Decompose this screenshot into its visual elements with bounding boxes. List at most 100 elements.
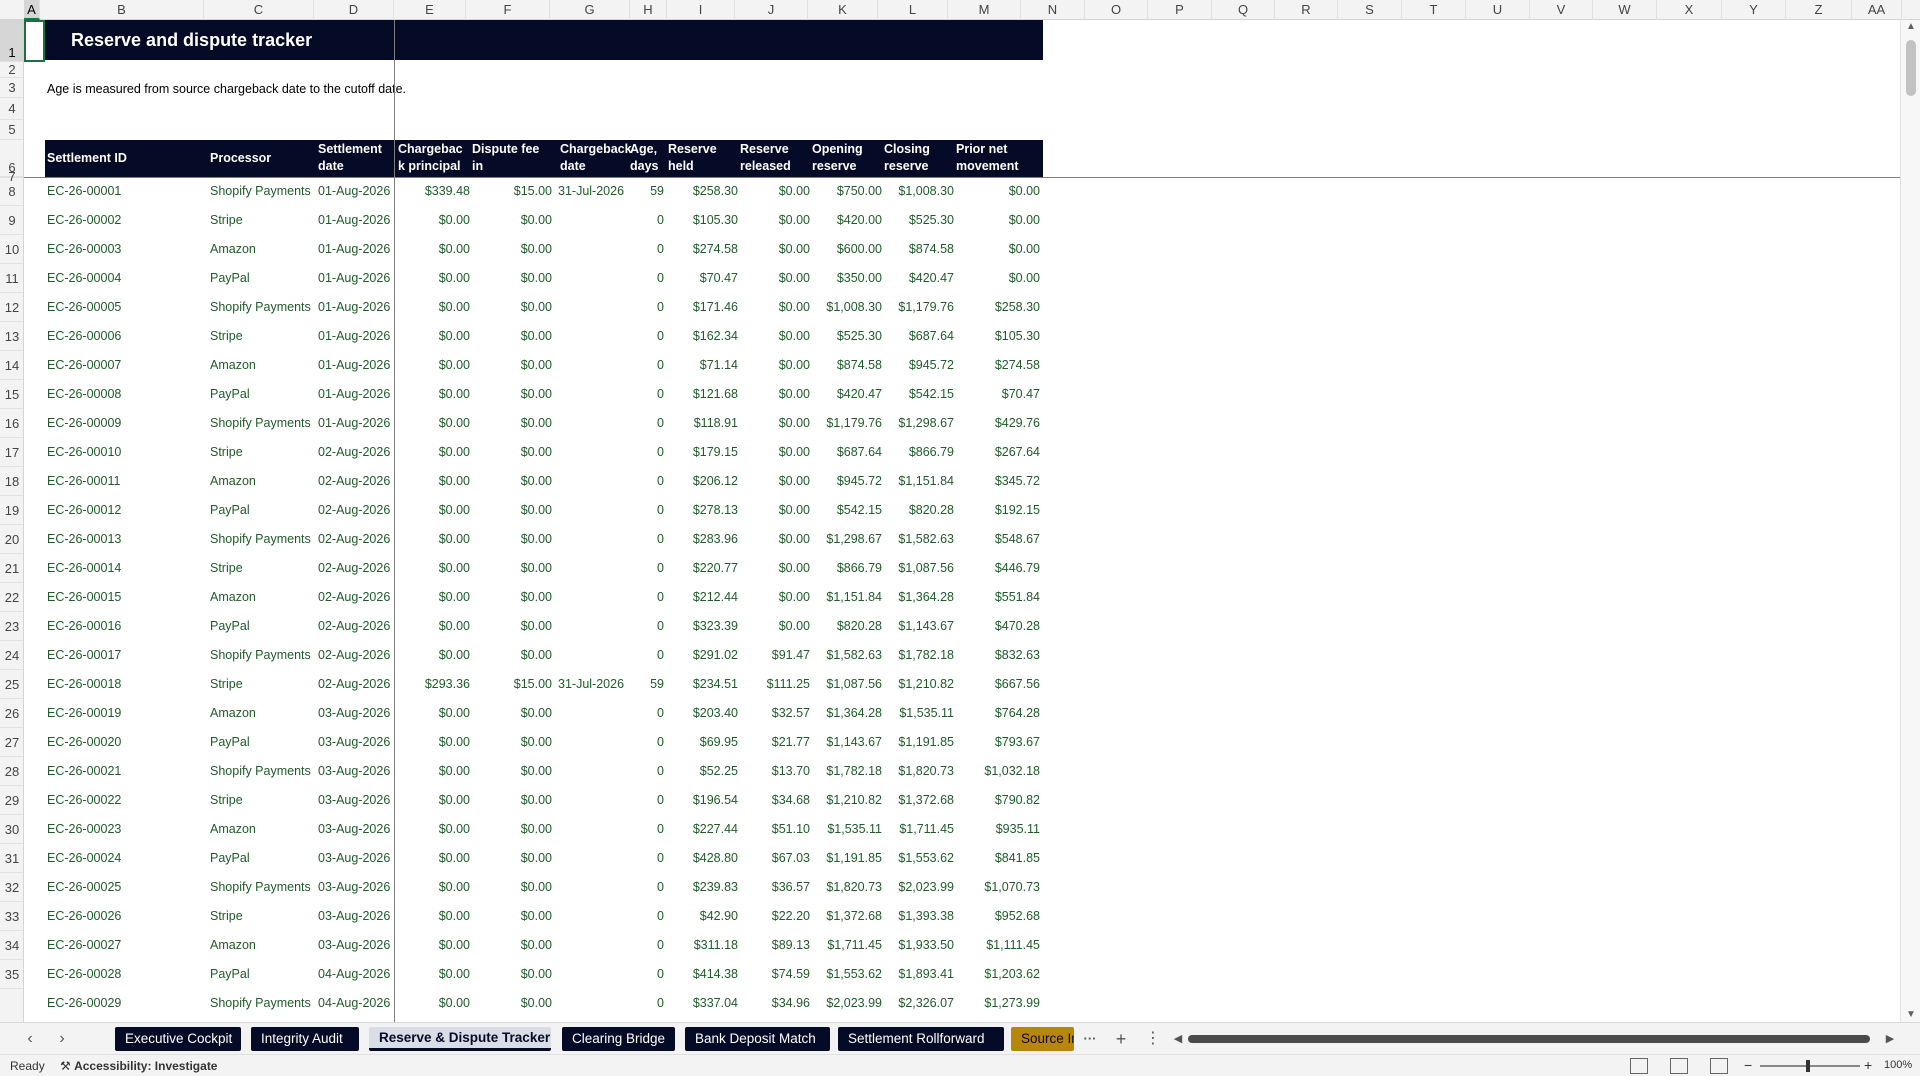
cell-settlement-date[interactable]: 01-Aug-2026	[318, 293, 394, 322]
cell-settlement-date[interactable]: 03-Aug-2026	[318, 931, 394, 960]
cell-age-days[interactable]: 0	[628, 728, 664, 757]
cell-opening-reserve[interactable]: $1,179.76	[810, 409, 882, 438]
cell-reserve-held[interactable]: $42.90	[666, 902, 738, 931]
cell-closing-reserve[interactable]: $1,364.28	[882, 583, 954, 612]
cell-settlement-date[interactable]: 01-Aug-2026	[318, 351, 394, 380]
header-age-days[interactable]: Age, days	[630, 141, 664, 177]
row-header-12[interactable]: 12	[0, 293, 23, 322]
cell-opening-reserve[interactable]: $687.64	[810, 438, 882, 467]
cell-chargebac-k-principal[interactable]: $0.00	[396, 902, 470, 931]
cell-dispute-fee-in-processing[interactable]: $0.00	[470, 931, 552, 960]
cell-opening-reserve[interactable]: $1,151.84	[810, 583, 882, 612]
cell-dispute-fee-in-processing[interactable]: $0.00	[470, 496, 552, 525]
cell-closing-reserve[interactable]: $1,298.67	[882, 409, 954, 438]
cell-reserve-held[interactable]: $414.38	[666, 960, 738, 989]
cell-closing-reserve[interactable]: $1,372.68	[882, 786, 954, 815]
cell-reserve-released[interactable]: $0.00	[738, 322, 810, 351]
row-header-27[interactable]: 27	[0, 728, 23, 757]
cell-settlement-id[interactable]: EC-26-00007	[47, 351, 203, 380]
cell-opening-reserve[interactable]: $866.79	[810, 554, 882, 583]
tab-integrity-audit[interactable]: Integrity Audit	[251, 1027, 359, 1051]
cell-dispute-fee-in-processing[interactable]: $0.00	[470, 322, 552, 351]
cell-reserve-held[interactable]: $283.96	[666, 525, 738, 554]
row-header-21[interactable]: 21	[0, 554, 23, 583]
cell-reserve-held[interactable]: $311.18	[666, 931, 738, 960]
cell-settlement-id[interactable]: EC-26-00009	[47, 409, 203, 438]
cell-opening-reserve[interactable]: $542.15	[810, 496, 882, 525]
row-header-18[interactable]: 18	[0, 467, 23, 496]
horizontal-scrollbar[interactable]	[1178, 1033, 1890, 1045]
row-header-33[interactable]: 33	[0, 902, 23, 931]
cell-settlement-date[interactable]: 02-Aug-2026	[318, 467, 394, 496]
cell-settlement-date[interactable]: 02-Aug-2026	[318, 612, 394, 641]
cell-reserve-held[interactable]: $337.04	[666, 989, 738, 1018]
cell-prior-net-movement[interactable]: $764.28	[954, 699, 1040, 728]
cell-settlement-id[interactable]: EC-26-00025	[47, 873, 203, 902]
cell-dispute-fee-in-processing[interactable]: $0.00	[470, 612, 552, 641]
cell-prior-net-movement[interactable]: $1,070.73	[954, 873, 1040, 902]
cell-reserve-held[interactable]: $70.47	[666, 264, 738, 293]
row-header-28[interactable]: 28	[0, 757, 23, 786]
row-header-26[interactable]: 26	[0, 699, 23, 728]
cell-reserve-held[interactable]: $179.15	[666, 438, 738, 467]
cell-settlement-date[interactable]: 03-Aug-2026	[318, 699, 394, 728]
cell-prior-net-movement[interactable]: $667.56	[954, 670, 1040, 699]
column-header-k[interactable]: K	[808, 0, 878, 20]
add-sheet-icon[interactable]: +	[1111, 1029, 1131, 1049]
cell-dispute-fee-in-processing[interactable]: $0.00	[470, 786, 552, 815]
cell-age-days[interactable]: 0	[628, 989, 664, 1018]
cell-dispute-fee-in-processing[interactable]: $0.00	[470, 583, 552, 612]
cell-dispute-fee-in-processing[interactable]: $15.00	[470, 670, 552, 699]
cell-reserve-released[interactable]: $21.77	[738, 728, 810, 757]
cell-closing-reserve[interactable]: $1,179.76	[882, 293, 954, 322]
cell-closing-reserve[interactable]: $1,711.45	[882, 815, 954, 844]
cell-prior-net-movement[interactable]: $345.72	[954, 467, 1040, 496]
header-settlement-id[interactable]: Settlement ID	[47, 141, 201, 177]
cell-reserve-held[interactable]: $220.77	[666, 554, 738, 583]
cell-chargebac-k-principal[interactable]: $0.00	[396, 293, 470, 322]
cell-reserve-released[interactable]: $0.00	[738, 409, 810, 438]
cell-settlement-date[interactable]: 01-Aug-2026	[318, 177, 394, 206]
column-header-z[interactable]: Z	[1786, 0, 1852, 20]
cell-reserve-released[interactable]: $91.47	[738, 641, 810, 670]
cell-age-days[interactable]: 0	[628, 496, 664, 525]
cell-settlement-id[interactable]: EC-26-00004	[47, 264, 203, 293]
cell-prior-net-movement[interactable]: $274.58	[954, 351, 1040, 380]
cell-reserve-held[interactable]: $206.12	[666, 467, 738, 496]
header-chargeback-date[interactable]: Chargeback date	[560, 141, 640, 177]
cell-processor[interactable]: Shopify Payments	[210, 873, 318, 902]
cell-settlement-date[interactable]: 02-Aug-2026	[318, 438, 394, 467]
cell-prior-net-movement[interactable]: $548.67	[954, 525, 1040, 554]
cell-settlement-id[interactable]: EC-26-00015	[47, 583, 203, 612]
header-reserve-released[interactable]: Reserve released	[740, 141, 810, 177]
cell-settlement-id[interactable]: EC-26-00024	[47, 844, 203, 873]
header-closing-reserve[interactable]: Closing reserve	[884, 141, 954, 177]
cell-processor[interactable]: PayPal	[210, 728, 318, 757]
column-header-j[interactable]: J	[735, 0, 808, 20]
cell-processor[interactable]: PayPal	[210, 496, 318, 525]
cell-prior-net-movement[interactable]: $70.47	[954, 380, 1040, 409]
cell-age-days[interactable]: 0	[628, 699, 664, 728]
column-header-s[interactable]: S	[1338, 0, 1402, 20]
row-header-11[interactable]: 11	[0, 264, 23, 293]
cell-settlement-date[interactable]: 03-Aug-2026	[318, 873, 394, 902]
cell-age-days[interactable]: 0	[628, 786, 664, 815]
cell-prior-net-movement[interactable]: $446.79	[954, 554, 1040, 583]
column-header-a[interactable]: A	[24, 0, 40, 20]
cell-closing-reserve[interactable]: $820.28	[882, 496, 954, 525]
cell-opening-reserve[interactable]: $945.72	[810, 467, 882, 496]
cell-settlement-date[interactable]: 03-Aug-2026	[318, 815, 394, 844]
cell-processor[interactable]: Shopify Payments	[210, 409, 318, 438]
cell-opening-reserve[interactable]: $1,582.63	[810, 641, 882, 670]
cell-prior-net-movement[interactable]: $1,203.62	[954, 960, 1040, 989]
cell-chargebac-k-principal[interactable]: $0.00	[396, 960, 470, 989]
cell-reserve-held[interactable]: $69.95	[666, 728, 738, 757]
cell-reserve-released[interactable]: $74.59	[738, 960, 810, 989]
cell-reserve-held[interactable]: $203.40	[666, 699, 738, 728]
cell-closing-reserve[interactable]: $1,393.38	[882, 902, 954, 931]
cell-age-days[interactable]: 0	[628, 467, 664, 496]
cell-reserve-held[interactable]: $196.54	[666, 786, 738, 815]
cell-opening-reserve[interactable]: $750.00	[810, 177, 882, 206]
cell-settlement-date[interactable]: 04-Aug-2026	[318, 989, 394, 1018]
column-header-aa[interactable]: AA	[1852, 0, 1902, 20]
